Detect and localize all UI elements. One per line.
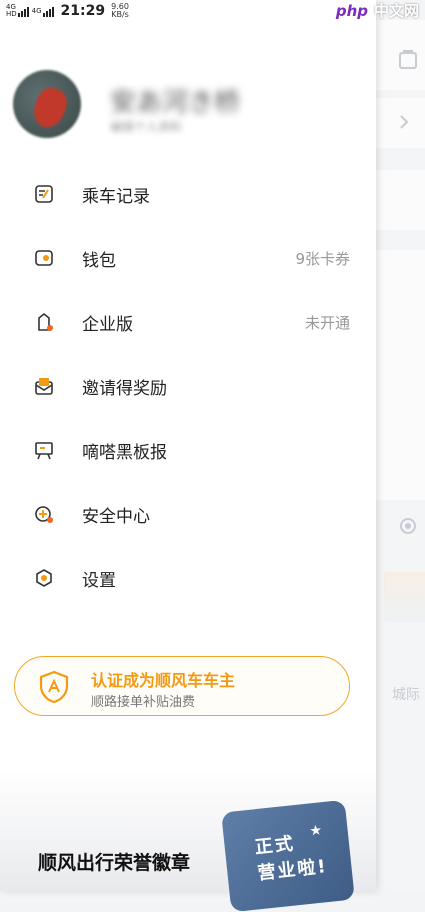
profile-subtitle[interactable]: 编辑个人资料 (110, 118, 182, 135)
background-card (376, 250, 425, 500)
menu-item-invite-reward[interactable]: 邀请得奖励 (0, 354, 376, 418)
watermark-text: 中文网 (373, 2, 419, 20)
clock: 21:29 (60, 3, 106, 19)
become-driver-title: 认证成为顺风车车主 (91, 671, 236, 690)
car-illustration (384, 572, 425, 622)
network-type: 4G HD (6, 3, 17, 18)
watermark: php 中文网 (332, 0, 419, 21)
driver-shield-icon (39, 670, 69, 704)
safety-center-icon (35, 506, 53, 523)
menu-label: 乘车记录 (82, 186, 150, 207)
wallet-coupon-count: 9张卡券 (295, 249, 350, 268)
watermark-logo: php (332, 1, 371, 20)
network-speed: 9.60 KB/s (111, 2, 129, 19)
honor-badge-banner[interactable]: 顺风出行荣誉徽章 正式 营业啦! ★ (0, 770, 376, 912)
menu-item-blackboard[interactable]: 嘀嗒黑板报 (0, 418, 376, 482)
chevron-right-icon (400, 115, 409, 129)
network-type-2: 4G (31, 6, 42, 15)
become-driver-subtitle: 顺路接单补贴油费 (91, 695, 196, 710)
open-for-business-seal: 正式 营业啦! ★ (221, 799, 355, 912)
become-driver-button[interactable]: 认证成为顺风车车主 顺路接单补贴油费 (14, 656, 350, 716)
menu-label: 设置 (82, 570, 116, 591)
locate-icon (400, 518, 416, 534)
avatar[interactable] (13, 70, 81, 138)
menu-item-trip-record[interactable]: 乘车记录 (0, 162, 376, 226)
invite-reward-icon (35, 378, 53, 395)
menu-label: 邀请得奖励 (82, 378, 167, 399)
wallet-icon (35, 250, 53, 266)
side-drawer: 安あ河き桥 编辑个人资料 乘车记录 钱包 9张卡券 企业版 未开通 邀请得奖励 … (0, 0, 376, 912)
menu-label: 钱包 (82, 250, 116, 271)
settings-icon (36, 569, 52, 587)
menu-item-wallet[interactable]: 钱包 9张卡券 (0, 226, 376, 290)
honor-badge-title: 顺风出行荣誉徽章 (38, 852, 191, 874)
background-card (376, 170, 425, 230)
menu-item-enterprise[interactable]: 企业版 未开通 (0, 290, 376, 354)
signal-icon-2 (42, 5, 54, 17)
trip-record-icon (35, 185, 53, 203)
bag-icon (399, 50, 417, 69)
menu-label: 安全中心 (82, 506, 150, 527)
enterprise-status: 未开通 (304, 313, 350, 332)
intercity-tab-peek: 城际 (392, 687, 420, 703)
star-icon: ★ (308, 822, 323, 840)
signal-icon (17, 5, 29, 17)
profile-name[interactable]: 安あ河き桥 (110, 82, 240, 119)
blackboard-icon (35, 442, 53, 460)
enterprise-icon (38, 312, 53, 331)
menu-item-settings[interactable]: 设置 (0, 546, 376, 610)
menu-label: 嘀嗒黑板报 (82, 442, 167, 463)
background-page: 城际 (376, 0, 425, 891)
menu-label: 企业版 (82, 314, 133, 335)
menu-item-safety-center[interactable]: 安全中心 (0, 482, 376, 546)
